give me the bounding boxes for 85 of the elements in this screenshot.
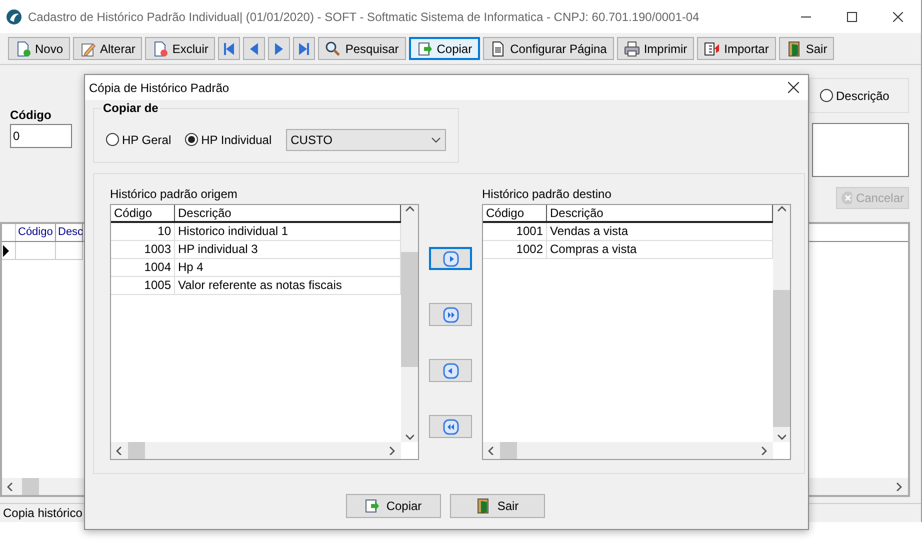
scrollbar-thumb[interactable] [401,252,418,367]
cancel-icon [841,191,852,205]
table-cell: 1001 [483,223,547,240]
dialog-title: Cópia de Histórico Padrão [89,80,230,94]
transfer-button[interactable] [429,359,472,382]
scroll-down-icon[interactable] [405,433,414,442]
scroll-down-icon[interactable] [777,433,786,442]
toolbar-button[interactable]: Pesquisar [318,37,406,60]
pencil-note-icon [80,40,96,56]
scrollbar-thumb[interactable] [22,478,39,495]
table-cell: 1005 [111,277,175,294]
window-title: Cadastro de Histórico Padrão Individual| (01/01/2020) - SOFT - Softmatic Sistema de Informatica - CNPJ: 60.701.190/0001-04 [28,10,700,24]
table-cell: 10 [111,223,175,240]
nav-button[interactable] [243,37,266,60]
dialog-button[interactable]: Sair [450,494,544,518]
dialog-button[interactable]: Copiar [346,494,440,518]
nav-button[interactable] [218,37,240,60]
document-plus-icon [15,40,31,56]
scroll-left-icon[interactable] [487,446,496,455]
list-box[interactable]: Código Descrição 10 Historico individual 1 1003 HP individual 3 1004 Hp 4 1005 Valor referente as notas fiscais [110,204,419,460]
table-cell: 1002 [483,241,547,258]
radio-button[interactable]: HP Individual [185,132,272,146]
list-box[interactable]: Código Descrição 1001 Vendas a vista 1002 Compras a vista [482,204,791,460]
column-header[interactable]: Código [483,205,547,221]
group-title: Copiar de [101,101,160,115]
arrow-left-icon [442,362,458,378]
search-icon [325,40,342,56]
radio-button[interactable]: Descrição [820,88,890,102]
scrollbar-thumb[interactable] [773,290,790,427]
toolbar-button[interactable]: Imprimir [616,37,694,60]
column-header[interactable]: Desc [56,224,83,241]
scroll-up-icon[interactable] [777,205,786,214]
status-text: Copia histórico [3,506,82,520]
table-cell: 1003 [111,241,175,258]
scroll-up-icon[interactable] [405,205,414,214]
arrow-right-icon [442,250,458,266]
door-icon [786,40,802,56]
current-row-icon [2,244,10,256]
toolbar-button[interactable]: Configurar Página [483,37,614,60]
toolbar-button[interactable]: Novo [8,37,70,60]
copy-icon [364,498,380,514]
radio-icon[interactable] [820,89,833,102]
close-icon [893,12,903,22]
transfer-button[interactable] [429,247,472,270]
app-logo-icon [6,8,22,24]
nav-button[interactable] [268,37,290,60]
dropdown[interactable]: CUSTO [286,128,446,150]
import-icon [704,40,720,56]
toolbar-button[interactable]: Copiar [408,37,480,60]
transfer-button[interactable] [429,415,472,438]
document-minus-icon [152,40,168,56]
column-header[interactable]: Código [111,205,175,221]
table-cell: 1004 [111,259,175,276]
copy-icon [416,40,433,56]
nav-button[interactable] [293,37,316,60]
close-icon [788,82,798,93]
scrollbar-thumb[interactable] [500,442,517,459]
door-icon [475,498,492,514]
toolbar-button[interactable]: Sair [778,37,834,60]
double-arrow-left-icon [442,418,458,434]
double-arrow-right-icon [442,306,458,322]
table-cell [56,242,83,260]
code-field[interactable]: 0 [10,124,72,148]
scroll-right-icon[interactable] [760,446,769,455]
radio-icon[interactable] [106,133,119,146]
toolbar-button[interactable]: Importar [697,37,776,60]
field-label: Código [10,108,52,122]
radio-button[interactable]: HP Geral [106,132,172,146]
list-label: Histórico padrão destino [482,187,612,201]
scroll-left-icon[interactable] [6,482,15,491]
maximize-icon [847,12,857,22]
transfer-button[interactable] [429,303,472,326]
scroll-right-icon[interactable] [388,446,397,455]
list-label: Histórico padrão origem [110,187,238,201]
chevron-down-icon [430,136,441,142]
scroll-left-icon[interactable] [115,446,124,455]
radio-icon[interactable] [185,133,198,146]
text-area[interactable] [812,123,909,177]
printer-icon [624,40,640,56]
scrollbar-thumb[interactable] [128,442,145,459]
scroll-right-icon[interactable] [895,482,904,491]
toolbar-button[interactable]: Excluir [145,37,216,60]
document-icon [490,40,506,56]
toolbar-button[interactable]: Alterar [73,37,142,60]
column-header[interactable]: Código [16,224,56,241]
